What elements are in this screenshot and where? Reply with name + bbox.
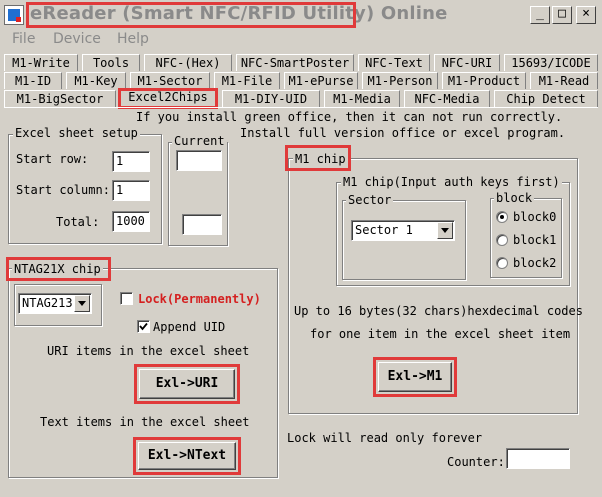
notice-line-1: If you install green office, then it can… (136, 110, 563, 124)
sector-title: Sector (346, 193, 394, 207)
tab-nfc-text[interactable]: NFC-Text (358, 54, 430, 71)
tab-excel2chips[interactable]: Excel2Chips (118, 88, 218, 109)
exl-uri-highlight (134, 364, 240, 404)
tab-panel-edge (4, 107, 598, 108)
block-title: block (494, 191, 535, 205)
app-icon (4, 5, 24, 25)
tab-m1-read[interactable]: M1-Read (530, 72, 598, 89)
tab-m1-bigsector[interactable]: M1-BigSector (4, 90, 116, 107)
tab-m1-person[interactable]: M1-Person (362, 72, 438, 89)
tab-15693-icode[interactable]: 15693/ICODE (504, 54, 598, 71)
uri-items-label: URI items in the excel sheet (47, 344, 250, 358)
excel-setup-title: Excel sheet setup (13, 126, 140, 140)
menu-help[interactable]: Help (117, 31, 149, 47)
block0-label: block0 (513, 210, 557, 224)
append-uid-label: Append UID (153, 320, 226, 334)
ntag-type-value: NTAG213 (22, 296, 73, 310)
tab-m1-diy-uid[interactable]: M1-DIY-UID (222, 90, 320, 107)
counter-input[interactable] (506, 448, 570, 469)
tab-chip-detect[interactable]: Chip Detect (494, 90, 598, 107)
ntag-title-highlight (6, 257, 111, 281)
menu-device[interactable]: Device (53, 31, 101, 47)
exl-m1-highlight (373, 357, 457, 397)
block2-label: block2 (513, 256, 557, 270)
menu-bar: File Device Help (0, 30, 602, 50)
minimize-button[interactable]: _ (530, 6, 550, 24)
tab-m1-key[interactable]: M1-Key (66, 72, 126, 89)
notice-line-2: Install full version office or excel pro… (240, 126, 566, 140)
exl-ntext-highlight (133, 437, 241, 475)
sector-select[interactable]: Sector 1 (351, 220, 455, 241)
tab-tools[interactable]: Tools (82, 54, 140, 71)
tab-m1-media[interactable]: M1-Media (324, 90, 400, 107)
menu-file[interactable]: File (12, 31, 35, 47)
text-items-label: Text items in the excel sheet (40, 415, 250, 429)
start-column-label: Start column: (16, 183, 110, 197)
app-window: eReader (Smart NFC/RFID Utility) Online … (0, 0, 602, 497)
sector-value: Sector 1 (355, 223, 413, 237)
close-button[interactable]: × (576, 6, 596, 24)
maximize-button[interactable]: □ (552, 6, 572, 24)
m1-inner-title: M1 chip(Input auth keys first) (341, 175, 562, 189)
total-label: Total: (56, 215, 100, 229)
block0-radio[interactable] (496, 211, 508, 223)
block1-radio[interactable] (496, 234, 508, 246)
chevron-down-icon[interactable] (74, 295, 90, 312)
m1-desc-line-1: Up to 16 bytes(32 chars)hexdecimal codes (294, 304, 583, 318)
tab-m1-epurse[interactable]: M1-ePurse (284, 72, 358, 89)
current-title: Current (172, 134, 227, 148)
tab-m1-file[interactable]: M1-File (214, 72, 280, 89)
tab-m1-sector[interactable]: M1-Sector (130, 72, 210, 89)
ntag-type-select[interactable]: NTAG213 (18, 293, 92, 314)
tab-m1-id[interactable]: M1-ID (4, 72, 62, 89)
append-uid-checkbox[interactable] (137, 320, 150, 333)
m1-title-highlight (285, 145, 351, 171)
title-highlight-box (26, 2, 356, 28)
counter-label: Counter: (447, 455, 505, 469)
tab-nfc-smartposter[interactable]: NFC-SmartPoster (236, 54, 354, 71)
lock-checkbox[interactable] (120, 292, 133, 305)
tab-nfc-hex[interactable]: NFC-(Hex) (144, 54, 232, 71)
current-value-1[interactable] (176, 150, 222, 171)
tab-nfc-uri[interactable]: NFC-URI (434, 54, 500, 71)
chevron-down-icon[interactable] (437, 222, 453, 239)
lock-label: Lock(Permanently) (138, 292, 261, 306)
lock-note: Lock will read only forever (287, 431, 483, 445)
total-input[interactable]: 1000 (112, 211, 150, 232)
tab-nfc-media[interactable]: NFC-Media (404, 90, 490, 107)
block1-label: block1 (513, 233, 557, 247)
current-value-2[interactable] (182, 214, 222, 235)
title-bar[interactable]: eReader (Smart NFC/RFID Utility) Online … (0, 0, 602, 30)
start-row-label: Start row: (16, 152, 89, 166)
check-icon (139, 322, 148, 331)
tab-m1-write[interactable]: M1-Write (4, 54, 78, 71)
start-column-input[interactable]: 1 (112, 180, 150, 201)
m1-desc-line-2: for one item in the excel sheet item (310, 327, 571, 341)
start-row-input[interactable]: 1 (112, 151, 150, 172)
block2-radio[interactable] (496, 257, 508, 269)
tab-m1-product[interactable]: M1-Product (442, 72, 526, 89)
